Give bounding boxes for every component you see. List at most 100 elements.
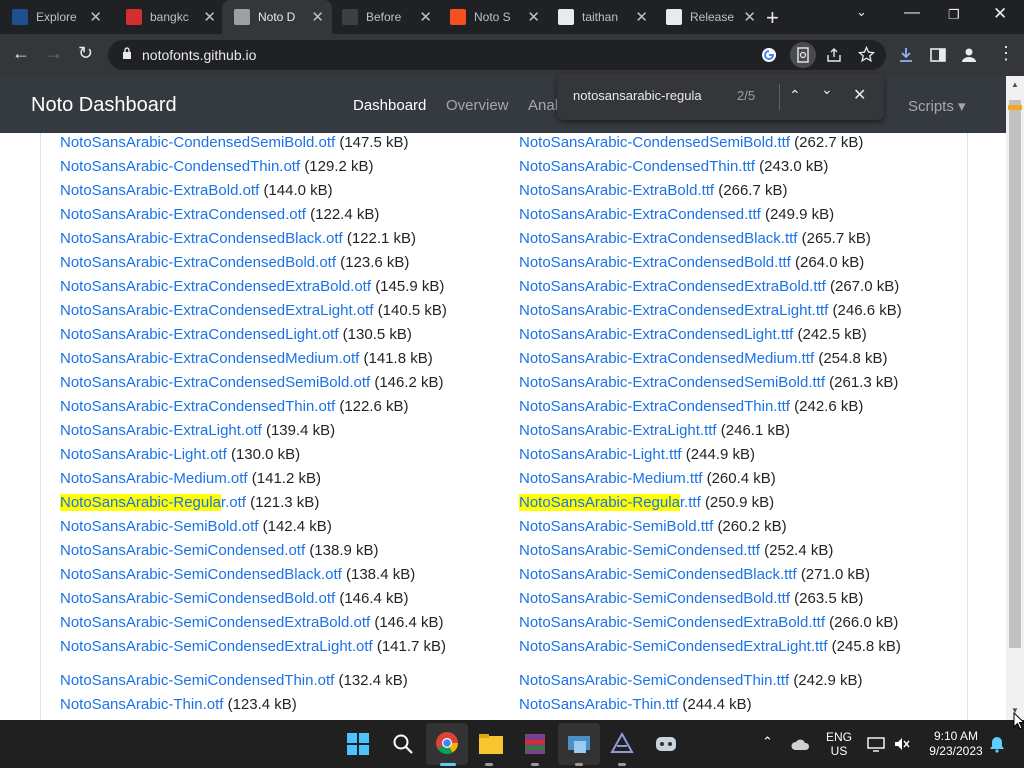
language-indicator[interactable]: ENG US [826, 730, 852, 758]
nav-scripts[interactable]: Scripts ▾ [908, 97, 966, 115]
search-icon[interactable] [392, 733, 414, 755]
nav-overview[interactable]: Overview [446, 97, 509, 114]
font-file-link[interactable]: NotoSansArabic-ExtraCondensedExtraLight.… [519, 302, 828, 319]
font-file-link[interactable]: NotoSansArabic-ExtraCondensedExtraLight.… [60, 302, 374, 319]
windows-start-icon[interactable] [346, 732, 370, 756]
font-file-link[interactable]: NotoSansArabic-ExtraCondensedMedium.ttf [519, 350, 814, 367]
volume-muted-icon[interactable] [893, 735, 911, 753]
font-file-link[interactable]: NotoSansArabic-SemiCondensedBlack.ttf [519, 566, 797, 583]
browser-tab[interactable]: Noto D ✕ [222, 0, 332, 34]
notification-bell-icon[interactable] [988, 735, 1006, 753]
clock[interactable]: 9:10 AM 9/23/2023 [922, 729, 990, 759]
font-file-link[interactable]: NotoSansArabic-SemiCondensedThin.ttf [519, 672, 789, 689]
browser-tab[interactable]: bangkc ✕ [114, 0, 224, 34]
tab-close-icon[interactable]: ✕ [635, 8, 648, 26]
font-file-link[interactable]: NotoSansArabic-SemiCondensedBold.ttf [519, 590, 790, 607]
font-file-link[interactable]: NotoSansArabic-Medium.otf [60, 470, 248, 487]
font-file-link[interactable]: NotoSansArabic-Thin.otf [60, 696, 223, 713]
tab-search-icon[interactable]: ⌄ [856, 4, 867, 20]
font-file-link[interactable]: NotoSansArabic-SemiCondensed.ttf [519, 542, 760, 559]
side-panel-icon[interactable] [929, 46, 947, 64]
nav-dashboard[interactable]: Dashboard [353, 97, 426, 114]
font-file-link[interactable]: NotoSansArabic-ExtraCondensedSemiBold.ot… [60, 374, 370, 391]
browser-tab[interactable]: Noto S ✕ [438, 0, 548, 34]
scrollbar-thumb[interactable] [1009, 100, 1021, 648]
font-file-link[interactable]: NotoSansArabic-ExtraCondensedBlack.ttf [519, 230, 797, 247]
font-file-link[interactable]: NotoSansArabic-Thin.ttf [519, 696, 678, 713]
font-file-link[interactable]: NotoSansArabic-ExtraCondensed.otf [60, 206, 306, 223]
font-file-link[interactable]: NotoSansArabic-SemiCondensedThin.otf [60, 672, 334, 689]
font-file-link[interactable]: NotoSansArabic-ExtraCondensedLight.otf [60, 326, 339, 343]
back-icon[interactable]: ← [12, 43, 30, 64]
font-file-link[interactable]: NotoSansArabic-SemiBold.otf [60, 518, 258, 535]
font-file-link[interactable]: NotoSansArabic-ExtraCondensedThin.otf [60, 398, 335, 415]
file-explorer-icon[interactable] [478, 733, 504, 755]
font-file-link[interactable]: NotoSansArabic-SemiCondensed.otf [60, 542, 305, 559]
browser-tab[interactable]: taithan ✕ [546, 0, 656, 34]
find-close-icon[interactable]: ✕ [853, 85, 866, 105]
font-file-link[interactable]: NotoSansArabic-SemiCondensedExtraLight.t… [519, 638, 828, 655]
tray-overflow-icon[interactable]: ⌃ [762, 734, 773, 750]
font-file-link[interactable]: NotoSansArabic-SemiCondensedExtraBold.tt… [519, 614, 825, 631]
tab-close-icon[interactable]: ✕ [743, 8, 756, 26]
font-file-link[interactable]: NotoSansArabic-ExtraCondensed.ttf [519, 206, 761, 223]
chrome-icon[interactable] [435, 731, 459, 755]
font-file-link[interactable]: NotoSansArabic-Light.ttf [519, 446, 682, 463]
browser-tab[interactable]: Release ✕ [654, 0, 764, 34]
site-brand[interactable]: Noto Dashboard [31, 94, 177, 117]
vm-app-icon[interactable] [610, 732, 634, 756]
font-file-link[interactable]: NotoSansArabic-CondensedThin.otf [60, 158, 300, 175]
new-tab-icon[interactable]: + [766, 5, 779, 31]
font-file-link[interactable]: NotoSansArabic-ExtraBold.otf [60, 182, 259, 199]
find-in-page-icon[interactable] [790, 42, 816, 68]
tab-close-icon[interactable]: ✕ [203, 8, 216, 26]
font-file-link[interactable]: NotoSansArabic-SemiBold.ttf [519, 518, 713, 535]
google-icon[interactable] [761, 47, 777, 63]
font-file-link[interactable]: NotoSansArabic-SemiCondensedBold.otf [60, 590, 335, 607]
font-file-link[interactable]: NotoSansArabic-ExtraCondensedBold.ttf [519, 254, 791, 271]
onedrive-icon[interactable] [791, 736, 811, 752]
page-scrollbar[interactable]: ▲ ▼ [1006, 76, 1024, 720]
share-icon[interactable] [826, 47, 842, 63]
remote-desktop-icon[interactable] [566, 732, 592, 756]
find-previous-icon[interactable]: ⌃ [789, 87, 801, 104]
tab-close-icon[interactable]: ✕ [419, 8, 432, 26]
font-file-link[interactable]: NotoSansArabic-ExtraCondensedMedium.otf [60, 350, 359, 367]
font-file-link[interactable]: NotoSansArabic-CondensedSemiBold.ttf [519, 134, 790, 151]
maximize-icon[interactable]: ❐ [948, 7, 960, 23]
profile-icon[interactable] [960, 46, 978, 64]
nav-analysis[interactable]: Anal [528, 97, 558, 114]
font-file-link[interactable]: NotoSansArabic-ExtraBold.ttf [519, 182, 714, 199]
tab-close-icon[interactable]: ✕ [89, 8, 102, 26]
bookmark-star-icon[interactable] [858, 46, 875, 63]
download-icon[interactable] [897, 46, 915, 64]
tab-close-icon[interactable]: ✕ [527, 8, 540, 26]
font-file-link[interactable]: NotoSansArabic-ExtraCondensedBlack.otf [60, 230, 343, 247]
display-icon[interactable] [867, 735, 885, 753]
font-file-link[interactable]: NotoSansArabic-SemiCondensedExtraBold.ot… [60, 614, 370, 631]
font-file-link[interactable]: NotoSansArabic-ExtraCondensedExtraBold.o… [60, 278, 371, 295]
browser-tab[interactable]: Before ✕ [330, 0, 440, 34]
font-file-link[interactable]: NotoSansArabic-ExtraCondensedExtraBold.t… [519, 278, 826, 295]
scroll-up-icon[interactable]: ▲ [1011, 80, 1019, 89]
address-bar[interactable]: notofonts.github.io [108, 40, 886, 70]
font-file-link[interactable]: NotoSansArabic-Medium.ttf [519, 470, 702, 487]
font-file-link[interactable]: NotoSansArabic-ExtraLight.ttf [519, 422, 717, 439]
font-file-link[interactable]: NotoSansArabic-Light.otf [60, 446, 227, 463]
forward-icon[interactable]: → [45, 43, 63, 64]
find-next-icon[interactable]: ⌄ [821, 81, 833, 98]
close-window-icon[interactable]: ✕ [993, 4, 1007, 24]
tab-close-icon[interactable]: ✕ [311, 8, 324, 26]
font-file-link[interactable]: NotoSansArabic-SemiCondensedBlack.otf [60, 566, 342, 583]
font-file-link[interactable]: NotoSansArabic-ExtraCondensedThin.ttf [519, 398, 790, 415]
font-file-link[interactable]: NotoSansArabic-ExtraCondensedLight.ttf [519, 326, 793, 343]
minimize-icon[interactable]: — [904, 4, 920, 22]
game-controller-icon[interactable] [654, 733, 678, 755]
font-file-link[interactable]: NotoSansArabic-Regular.otf [60, 494, 246, 511]
font-file-link[interactable]: NotoSansArabic-CondensedThin.ttf [519, 158, 755, 175]
font-file-link[interactable]: NotoSansArabic-SemiCondensedExtraLight.o… [60, 638, 373, 655]
font-file-link[interactable]: NotoSansArabic-ExtraCondensedBold.otf [60, 254, 336, 271]
font-file-link[interactable]: NotoSansArabic-ExtraLight.otf [60, 422, 262, 439]
font-file-link[interactable]: NotoSansArabic-ExtraCondensedSemiBold.tt… [519, 374, 825, 391]
winrar-icon[interactable] [522, 732, 548, 756]
